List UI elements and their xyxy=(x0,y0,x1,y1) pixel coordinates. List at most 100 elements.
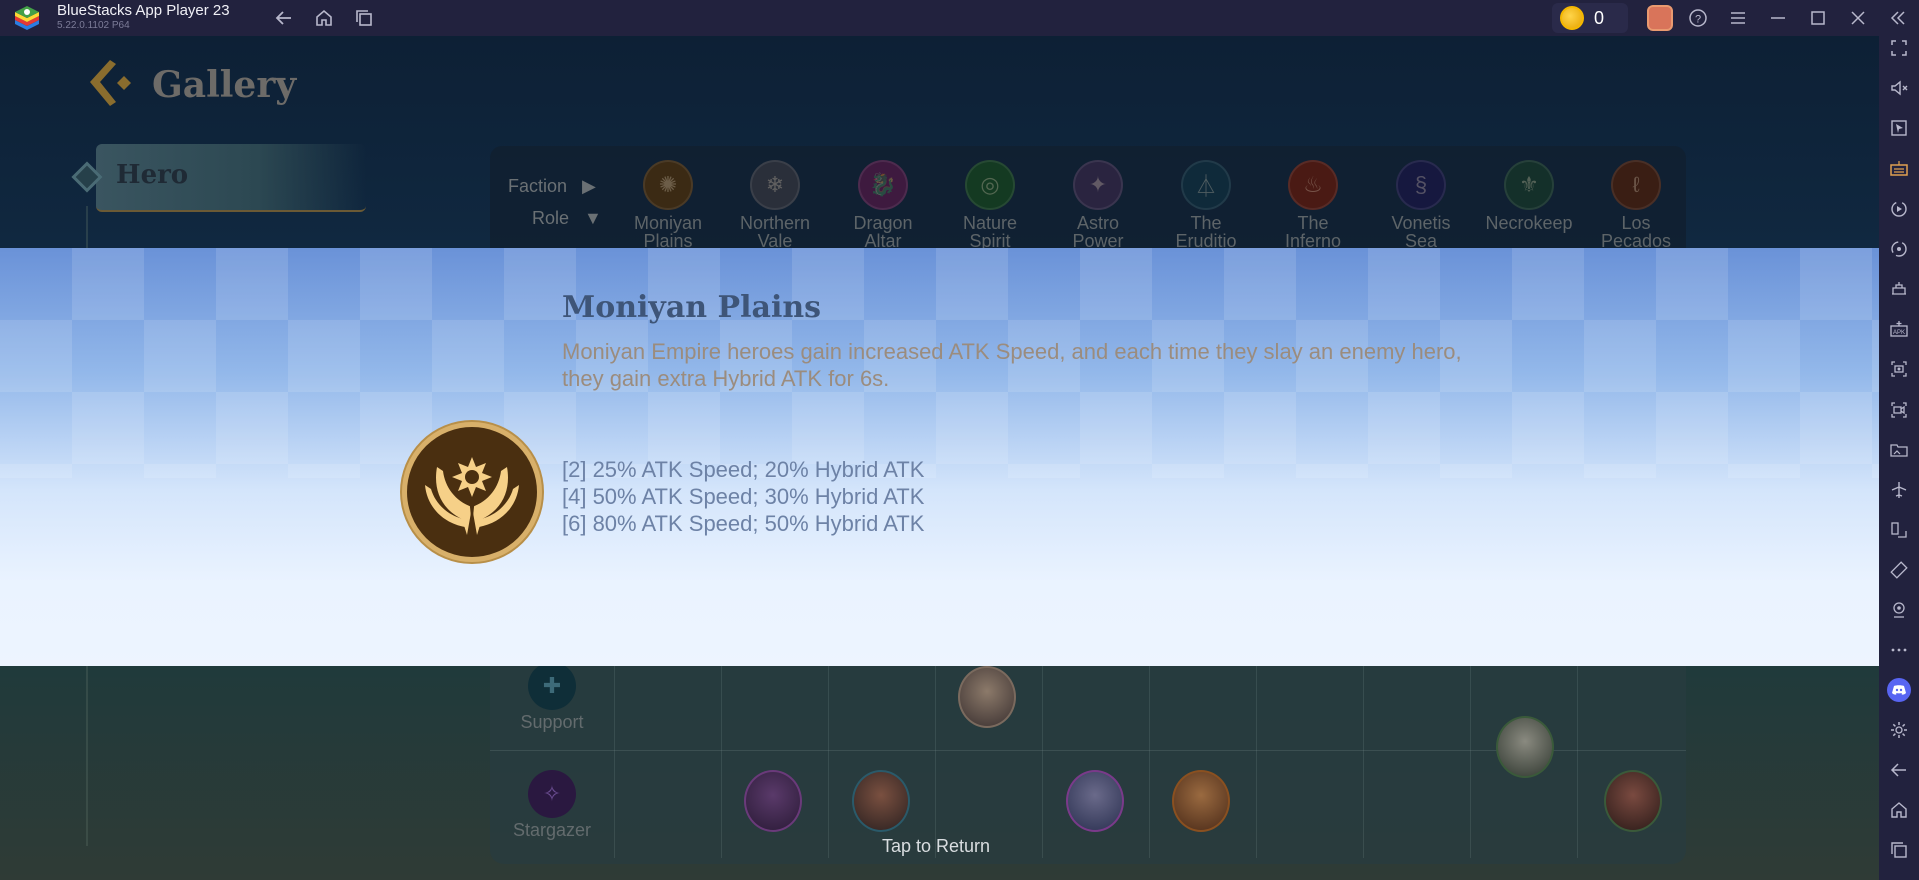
grid-divider xyxy=(1577,642,1578,858)
android-home-icon xyxy=(1891,802,1907,818)
sidebar-item-rotate-sync[interactable] xyxy=(1887,237,1911,261)
back-button[interactable] xyxy=(272,6,296,30)
sidebar-item-screenshot[interactable] xyxy=(1887,357,1911,381)
role-support[interactable]: ✚ Support xyxy=(500,662,604,733)
grid-divider xyxy=(1363,642,1364,858)
sidebar-item-keyboard[interactable] xyxy=(1887,157,1911,181)
hero-portrait[interactable] xyxy=(1496,716,1554,778)
role-name: Stargazer xyxy=(512,820,592,840)
stargazer-role-icon: ✧ xyxy=(528,770,576,818)
hero-portrait[interactable] xyxy=(852,770,910,832)
sidebar-item-android-recents[interactable] xyxy=(1887,838,1911,862)
sidebar-item-instance-manager[interactable] xyxy=(1887,277,1911,301)
close-button[interactable] xyxy=(1846,6,1870,30)
faction-emblem-icon: 🐉 xyxy=(858,160,908,210)
collapse-sidebar-icon xyxy=(1890,11,1905,25)
faction-filter[interactable]: Faction ▶ xyxy=(508,176,596,197)
apk-install-icon: APK xyxy=(1890,321,1908,337)
faction-title: Moniyan Plains xyxy=(562,290,822,325)
maximize-icon xyxy=(1811,11,1825,25)
faction-item[interactable]: ℓ Los Pecados xyxy=(1591,160,1681,250)
sidebar-item-android-back[interactable] xyxy=(1887,758,1911,782)
faction-item[interactable]: § Vonetis Sea xyxy=(1376,160,1466,250)
grid-divider xyxy=(1256,642,1257,858)
coin-balance[interactable]: 0 xyxy=(1552,3,1628,33)
app-title: BlueStacks App Player 23 xyxy=(57,2,230,19)
sidebar-item-discord[interactable] xyxy=(1887,678,1911,702)
android-back-icon xyxy=(1890,763,1906,777)
maximize-button[interactable] xyxy=(1806,6,1830,30)
faction-emblem-icon: ❄ xyxy=(750,160,800,210)
home-button[interactable] xyxy=(312,6,336,30)
sidebar-item-media-folder[interactable] xyxy=(1887,438,1911,462)
triangle-down-icon: ▼ xyxy=(584,208,602,228)
faction-description: Moniyan Empire heroes gain increased ATK… xyxy=(562,339,1462,391)
faction-item[interactable]: ✺ Moniyan Plains xyxy=(623,160,713,250)
minimize-icon xyxy=(1771,17,1785,19)
more-icon xyxy=(1891,648,1907,652)
sidebar-item-volume-mute[interactable] xyxy=(1887,76,1911,100)
faction-emblem-icon: ✦ xyxy=(1073,160,1123,210)
instance-manager-icon xyxy=(1892,282,1906,295)
svg-text:APK: APK xyxy=(1893,330,1905,336)
sidebar-item-more[interactable] xyxy=(1887,638,1911,662)
role-stargazer[interactable]: ✧ Stargazer xyxy=(500,770,604,841)
role-filter[interactable]: Role ▼ xyxy=(532,208,602,229)
hero-portrait[interactable] xyxy=(1604,770,1662,832)
faction-item[interactable]: ♨ The Inferno xyxy=(1268,160,1358,250)
hero-portrait[interactable] xyxy=(1066,770,1124,832)
help-button[interactable]: ? xyxy=(1686,6,1710,30)
screen-record-icon xyxy=(1891,402,1907,418)
sidebar-item-location[interactable] xyxy=(1887,598,1911,622)
gallery-back-icon[interactable] xyxy=(84,56,140,112)
close-icon xyxy=(1851,11,1865,25)
faction-tier-list: [2] 25% ATK Speed; 20% Hybrid ATK [4] 50… xyxy=(562,456,924,537)
svg-text:?: ? xyxy=(1695,14,1701,26)
faction-name: The Eruditio xyxy=(1175,213,1237,251)
menu-button[interactable] xyxy=(1726,6,1750,30)
faction-emblem-icon: ℓ xyxy=(1611,160,1661,210)
collapse-sidebar-button[interactable] xyxy=(1886,6,1910,30)
sidebar-item-android-home[interactable] xyxy=(1887,798,1911,822)
app-version: 5.22.0.1102 P64 xyxy=(57,20,130,31)
game-viewport[interactable]: Gallery Hero Faction ▶ Role ▼ ✺ Moniyan P… xyxy=(0,36,1879,880)
sidebar-item-rotate-screen[interactable] xyxy=(1887,558,1911,582)
recent-apps-icon xyxy=(356,10,372,26)
faction-emblem-icon: ◎ xyxy=(965,160,1015,210)
tap-to-return[interactable]: Tap to Return xyxy=(882,836,990,857)
hero-portrait[interactable] xyxy=(1172,770,1230,832)
recent-apps-button[interactable] xyxy=(352,6,376,30)
sidebar-item-screen-record[interactable] xyxy=(1887,398,1911,422)
sidebar-item-record-replay[interactable] xyxy=(1887,197,1911,221)
settings-icon xyxy=(1891,722,1907,738)
faction-emblem-icon: § xyxy=(1396,160,1446,210)
faction-name: Nature Spirit xyxy=(962,213,1018,251)
sidebar-item-airplane-mode[interactable] xyxy=(1887,478,1911,502)
faction-info-banner[interactable]: Moniyan Plains Moniyan Empire heroes gai… xyxy=(0,248,1879,666)
profile-avatar[interactable] xyxy=(1647,5,1673,31)
sidebar-item-pointer[interactable] xyxy=(1887,116,1911,140)
tier-bonus: [6] 80% ATK Speed; 50% Hybrid ATK xyxy=(562,511,925,536)
minimize-button[interactable] xyxy=(1766,6,1790,30)
volume-mute-icon xyxy=(1891,80,1908,96)
triangle-right-icon: ▶ xyxy=(582,176,596,196)
faction-item[interactable]: ✦ Astro Power xyxy=(1053,160,1143,250)
faction-item[interactable]: ⚜ Necrokeep xyxy=(1484,160,1574,232)
hero-portrait[interactable] xyxy=(744,770,802,832)
moniyan-plains-emblem-icon xyxy=(402,422,542,562)
help-icon: ? xyxy=(1689,9,1707,27)
hero-portrait[interactable] xyxy=(958,666,1016,728)
sidebar-item-apk-install[interactable]: APK xyxy=(1887,317,1911,341)
faction-item[interactable]: ❄ Northern Vale xyxy=(730,160,820,250)
sidebar-item-resize[interactable] xyxy=(1887,518,1911,542)
faction-item[interactable]: ◎ Nature Spirit xyxy=(945,160,1035,250)
rotate-sync-icon xyxy=(1891,241,1907,257)
sidebar-item-settings[interactable] xyxy=(1887,718,1911,742)
role-filter-label: Role xyxy=(532,208,570,228)
sidebar-item-fullscreen[interactable] xyxy=(1887,36,1911,60)
location-icon xyxy=(1893,602,1905,618)
faction-item[interactable]: ⏃ The Eruditio xyxy=(1161,160,1251,250)
faction-item[interactable]: 🐉 Dragon Altar xyxy=(838,160,928,250)
discord-icon xyxy=(1892,685,1906,695)
coin-icon xyxy=(1560,6,1584,30)
